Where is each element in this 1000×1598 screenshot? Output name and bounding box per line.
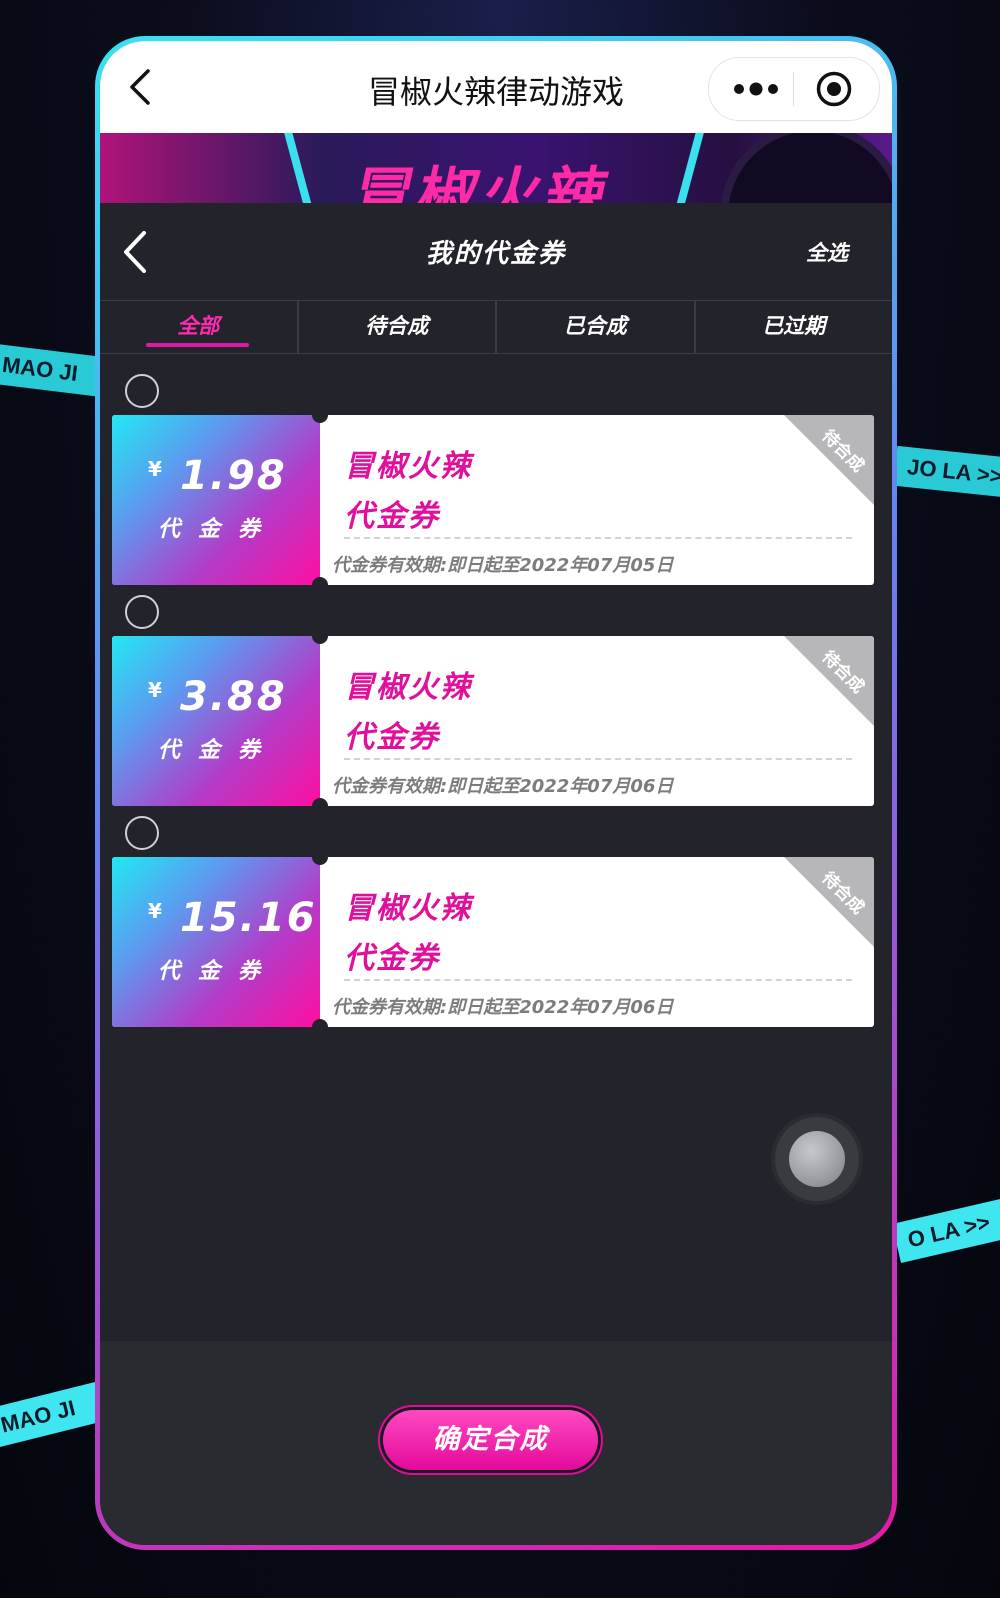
game-banner: 冒椒火辣 bbox=[100, 133, 892, 203]
voucher-select-radio[interactable] bbox=[125, 595, 159, 629]
voucher-card[interactable]: ¥ 1.98 代金券 冒椒火辣 代金券 代金券有效期:即日起至2022年07月0… bbox=[112, 415, 874, 585]
voucher-amount: 1.98 bbox=[180, 453, 287, 499]
voucher-select-radio[interactable] bbox=[125, 816, 159, 850]
floating-assistive-button[interactable] bbox=[775, 1117, 859, 1201]
dashed-divider bbox=[344, 758, 852, 760]
page-title: 我的代金券 bbox=[425, 239, 566, 269]
dashed-divider bbox=[344, 979, 852, 981]
tab-all[interactable]: 全部 bbox=[100, 301, 299, 353]
voucher-subtitle: 代金券 bbox=[344, 499, 440, 534]
mini-program-title-bar: 冒椒火辣律动游戏 bbox=[100, 41, 892, 133]
voucher-card[interactable]: ¥ 15.16 代金券 冒椒火辣 代金券 代金券有效期:即日起至2022年07月… bbox=[112, 857, 874, 1027]
capsule-divider bbox=[793, 72, 794, 106]
background-ribbon: O LA >> bbox=[892, 1197, 1000, 1263]
floating-button-knob bbox=[789, 1131, 845, 1187]
voucher-validity: 代金券有效期:即日起至2022年07月06日 bbox=[332, 997, 674, 1018]
voucher-card[interactable]: ¥ 3.88 代金券 冒椒火辣 代金券 代金券有效期:即日起至2022年07月0… bbox=[112, 636, 874, 806]
voucher-item: ¥ 1.98 代金券 冒椒火辣 代金券 代金券有效期:即日起至2022年07月0… bbox=[100, 374, 892, 595]
voucher-title: 冒椒火辣 bbox=[344, 891, 472, 926]
target-circle-icon[interactable] bbox=[815, 70, 853, 108]
voucher-header: 我的代金券 全选 bbox=[100, 203, 892, 300]
select-all-button[interactable]: 全选 bbox=[806, 237, 848, 267]
tab-synthesized[interactable]: 已合成 bbox=[497, 301, 696, 353]
voucher-amount-panel: ¥ 1.98 代金券 bbox=[112, 415, 320, 585]
voucher-subtitle: 代金券 bbox=[344, 941, 440, 976]
banner-decoration bbox=[720, 133, 892, 203]
voucher-item: ¥ 3.88 代金券 冒椒火辣 代金券 代金券有效期:即日起至2022年07月0… bbox=[100, 595, 892, 816]
voucher-validity: 代金券有效期:即日起至2022年07月05日 bbox=[332, 555, 674, 576]
voucher-subtitle: 代金券 bbox=[344, 720, 440, 755]
voucher-tabs: 全部 待合成 已合成 已过期 bbox=[100, 300, 892, 354]
voucher-select-radio[interactable] bbox=[125, 374, 159, 408]
background-ribbon: MAO JI bbox=[0, 1381, 107, 1449]
voucher-amount: 3.88 bbox=[180, 674, 287, 720]
background-ribbon: JO LA >> bbox=[893, 445, 1000, 499]
voucher-title: 冒椒火辣 bbox=[344, 670, 472, 705]
banner-title: 冒椒火辣 bbox=[346, 161, 618, 203]
voucher-title: 冒椒火辣 bbox=[344, 449, 472, 484]
card-notch bbox=[312, 577, 328, 585]
voucher-amount-panel: ¥ 3.88 代金券 bbox=[112, 636, 320, 806]
phone-frame: 冒椒火辣律动游戏 冒椒火辣 我的代金券 全选 全部 待合成 已合成 已过期 ¥ … bbox=[95, 36, 897, 1550]
app-screen: 冒椒火辣律动游戏 冒椒火辣 我的代金券 全选 全部 待合成 已合成 已过期 ¥ … bbox=[100, 41, 892, 1545]
currency-symbol: ¥ bbox=[148, 899, 162, 923]
tab-pending[interactable]: 待合成 bbox=[299, 301, 497, 353]
voucher-amount: 15.16 bbox=[180, 895, 317, 941]
confirm-synthesize-button[interactable]: 确定合成 bbox=[383, 1410, 598, 1470]
card-notch bbox=[312, 1019, 328, 1027]
dashed-divider bbox=[344, 537, 852, 539]
currency-symbol: ¥ bbox=[148, 457, 162, 481]
voucher-amount-panel: ¥ 15.16 代金券 bbox=[112, 857, 320, 1027]
voucher-validity: 代金券有效期:即日起至2022年07月06日 bbox=[332, 776, 674, 797]
voucher-unit: 代金券 bbox=[158, 738, 279, 763]
banner-decoration bbox=[672, 133, 706, 203]
card-notch bbox=[312, 798, 328, 806]
mini-program-capsule bbox=[708, 57, 880, 121]
more-dots-icon[interactable] bbox=[731, 78, 781, 100]
currency-symbol: ¥ bbox=[148, 678, 162, 702]
voucher-unit: 代金券 bbox=[158, 517, 279, 542]
background-ribbon: MAO JI bbox=[0, 343, 103, 397]
tab-expired[interactable]: 已过期 bbox=[696, 301, 893, 353]
voucher-unit: 代金券 bbox=[158, 959, 279, 984]
voucher-item: ¥ 15.16 代金券 冒椒火辣 代金券 代金券有效期:即日起至2022年07月… bbox=[100, 816, 892, 1037]
banner-decoration bbox=[282, 133, 316, 203]
